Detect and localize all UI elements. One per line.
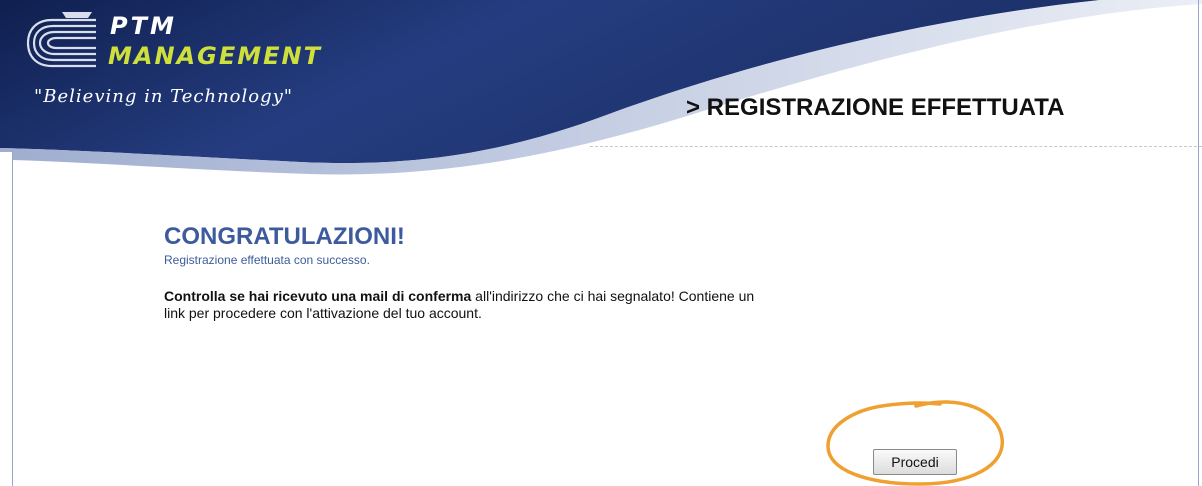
header-banner: PTM MANAGEMENT "Believing in Technology"… [0, 0, 1202, 190]
brand-name-management: MANAGEMENT [108, 42, 322, 70]
page-frame: PTM MANAGEMENT "Believing in Technology"… [0, 0, 1202, 486]
instructions-bold: Controlla se hai ricevuto una mail di co… [164, 288, 472, 304]
congrats-title: CONGRATULAZIONI! [164, 223, 405, 250]
header-divider [590, 146, 1202, 147]
proceed-button[interactable]: Procedi [873, 449, 957, 475]
page-title: > REGISTRAZIONE EFFETTUATA [686, 94, 1065, 121]
content-left-border [12, 150, 13, 486]
brand-tagline: "Believing in Technology" [34, 86, 294, 107]
content-right-border [1198, 0, 1199, 486]
congrats-subtitle: Registrazione effettuata con successo. [164, 253, 370, 267]
instructions-text: Controlla se hai ricevuto una mail di co… [164, 288, 764, 322]
brand-name-ptm: PTM [110, 12, 177, 40]
ptm-logo-icon [26, 12, 96, 68]
confirmation-message: CONGRATULAZIONI! Registrazione effettuat… [164, 222, 804, 336]
